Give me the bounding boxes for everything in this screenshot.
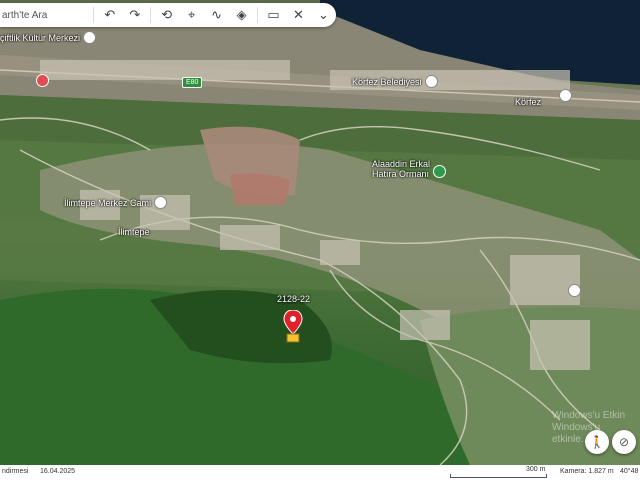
compass-icon[interactable]: ⊘ <box>612 430 636 454</box>
road-shield-e80: E80 <box>182 77 203 88</box>
park-pin-icon <box>433 165 447 178</box>
place-label: İlimtepe <box>118 227 150 237</box>
mosque-pin-icon <box>154 196 168 209</box>
place-ilimtepe-cami[interactable]: İlimtepe Merkez Cami <box>64 196 168 209</box>
imagery-date: 16.04.2025 <box>40 468 76 475</box>
pegman-icon[interactable]: 🚶 <box>585 430 609 454</box>
historical-imagery-icon[interactable]: ⟲ <box>154 3 179 27</box>
parcel-label: 2128-22 <box>277 294 311 304</box>
chevron-down-icon[interactable]: ⌄ <box>311 3 336 27</box>
path-icon[interactable]: ∿ <box>204 3 229 27</box>
status-bar: ndirmesi 16.04.2025 300 m Kamera: 1.827 … <box>0 465 640 480</box>
place-label: çiftlik Kültür Merkezi <box>0 32 81 43</box>
watermark-line: Windows'u Etkin <box>552 410 626 421</box>
locality-marker[interactable] <box>559 89 572 102</box>
place-label: Körfez <box>515 97 542 107</box>
redo-icon[interactable]: ↷ <box>122 3 147 27</box>
toolbar-divider <box>150 7 152 23</box>
location-pin-icon[interactable] <box>283 310 303 344</box>
camera-altitude: Kamera: 1.827 m <box>560 468 614 475</box>
placemark-icon[interactable]: ⌖ <box>179 3 204 27</box>
layers-icon[interactable]: ◈ <box>229 3 254 27</box>
toolbar-divider <box>257 7 259 23</box>
poi-pin-icon <box>568 284 581 297</box>
scale-label: 300 m <box>526 466 546 473</box>
place-label: İlimtepe Merkez Cami <box>64 197 152 208</box>
poi-marker[interactable] <box>568 284 581 297</box>
place-label-line: Hatıra Ormanı <box>372 169 430 179</box>
top-toolbar: arth'te Ara ↶ ↷ ⟲ ⌖ ∿ ◈ ▭ ✕ ⌄ <box>0 3 336 27</box>
hospital-marker[interactable] <box>36 74 49 87</box>
coordinates: 40°48 <box>620 468 639 475</box>
status-left-text: ndirmesi <box>2 468 29 475</box>
place-label: Körfez Belediyesi <box>352 76 422 87</box>
scale-bar <box>450 474 547 478</box>
locality-pin-icon <box>559 89 572 102</box>
place-ilimtepe[interactable]: İlimtepe <box>118 227 150 237</box>
measure-icon[interactable]: ✕ <box>286 3 311 27</box>
toolbar-divider <box>93 7 95 23</box>
place-label: Alaaddin Erkal Hatıra Ormanı <box>372 159 430 179</box>
undo-icon[interactable]: ↶ <box>97 3 122 27</box>
place-korfez-belediyesi[interactable]: Körfez Belediyesi <box>352 75 438 88</box>
building-pin-icon <box>83 31 97 44</box>
place-kultur-merkezi[interactable]: çiftlik Kültür Merkezi <box>0 31 97 44</box>
ruler-icon[interactable]: ▭ <box>261 3 286 27</box>
place-alaaddin-erkal[interactable]: Alaaddin Erkal Hatıra Ormanı <box>372 159 447 179</box>
search-box[interactable]: arth'te Ara <box>0 10 90 21</box>
building-pin-icon <box>424 75 438 88</box>
hospital-pin-icon <box>36 74 49 87</box>
satellite-terrain <box>0 0 640 466</box>
place-korfez[interactable]: Körfez <box>515 97 541 107</box>
place-label-line: Alaaddin Erkal <box>372 159 431 169</box>
map-viewport[interactable]: arth'te Ara ↶ ↷ ⟲ ⌖ ∿ ◈ ▭ ✕ ⌄ çiftlik Kü… <box>0 0 640 480</box>
